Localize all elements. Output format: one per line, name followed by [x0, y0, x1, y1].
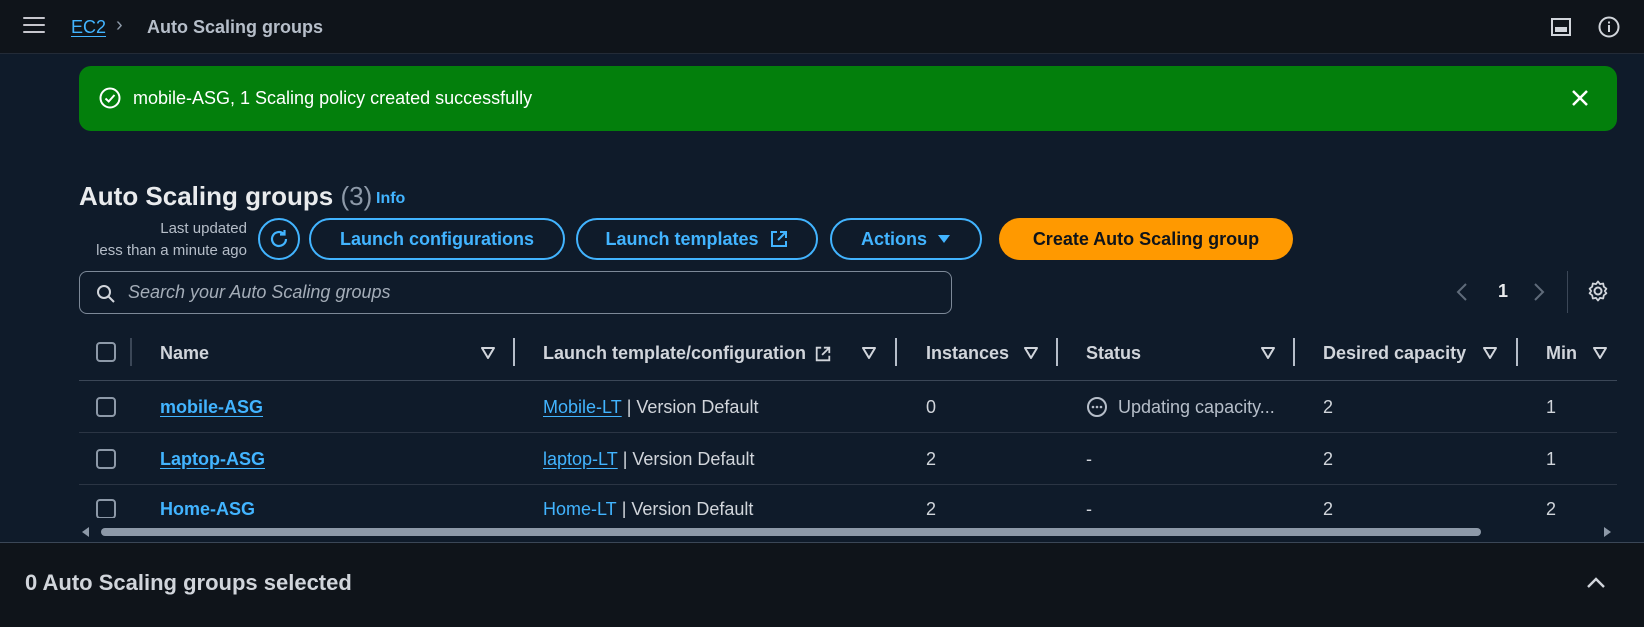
page-number[interactable]: 1 — [1498, 281, 1508, 302]
column-divider — [1293, 338, 1295, 366]
status-value: - — [1086, 448, 1092, 469]
desired-capacity-value: 2 — [1323, 396, 1334, 417]
create-auto-scaling-group-button[interactable]: Create Auto Scaling group — [999, 218, 1293, 260]
last-updated-text: Last updated less than a minute ago — [79, 218, 247, 262]
launch-template-version: | Version Default — [621, 396, 759, 417]
column-divider — [895, 338, 897, 366]
table-row[interactable]: Home-ASG Home-LT | Version Default 2 - 2… — [79, 485, 1617, 518]
group-name-link[interactable]: Home-ASG — [160, 499, 255, 519]
row-checkbox[interactable] — [96, 499, 116, 518]
row-checkbox[interactable] — [96, 397, 116, 417]
top-navigation-bar: EC2 › Auto Scaling groups — [0, 0, 1644, 54]
table-header: Name Launch template/configuration Insta… — [79, 326, 1617, 381]
scroll-left-icon[interactable] — [82, 527, 90, 537]
actions-label: Actions — [860, 228, 927, 249]
column-header-desired-capacity[interactable]: Desired capacity — [1323, 326, 1466, 381]
external-link-icon — [815, 346, 831, 361]
min-value: 1 — [1546, 448, 1557, 469]
column-divider — [513, 338, 515, 366]
launch-configurations-button[interactable]: Launch configurations — [309, 218, 565, 260]
launch-template-link[interactable]: laptop-LT — [543, 449, 618, 470]
chevron-up-icon[interactable] — [1586, 575, 1606, 589]
column-divider — [1056, 338, 1058, 366]
column-header-min[interactable]: Min — [1546, 326, 1577, 381]
selection-summary: 0 Auto Scaling groups selected — [25, 570, 352, 595]
info-icon[interactable] — [1597, 15, 1621, 39]
flash-message: mobile-ASG, 1 Scaling policy created suc… — [133, 88, 533, 108]
sort-caret-icon[interactable] — [862, 347, 876, 359]
status-value: Updating capacity... — [1118, 396, 1275, 417]
desired-capacity-value: 2 — [1323, 498, 1334, 519]
launch-configurations-label: Launch configurations — [339, 228, 534, 249]
select-all-checkbox[interactable] — [96, 342, 116, 362]
column-header-launch-template[interactable]: Launch template/configuration — [543, 326, 832, 381]
chevron-right-icon: › — [116, 14, 123, 36]
main-content: mobile-ASG, 1 Scaling policy created suc… — [0, 55, 1644, 578]
refresh-button[interactable] — [258, 218, 300, 260]
search-box — [79, 271, 952, 314]
create-label: Create Auto Scaling group — [1032, 228, 1260, 249]
breadcrumb-ec2-link[interactable]: EC2 — [71, 17, 106, 38]
sort-caret-icon[interactable] — [1483, 347, 1497, 359]
last-updated-line-1: Last updated — [160, 220, 247, 237]
min-value: 1 — [1546, 396, 1557, 417]
breadcrumb-current: Auto Scaling groups — [147, 17, 324, 37]
check-circle-icon — [99, 87, 121, 109]
sort-caret-icon[interactable] — [1024, 347, 1038, 359]
auto-scaling-groups-table: Name Launch template/configuration Insta… — [79, 326, 1617, 518]
status-value: - — [1086, 498, 1092, 519]
selection-split-panel: 0 Auto Scaling groups selected — [0, 542, 1644, 627]
info-link[interactable]: Info — [376, 190, 405, 208]
desired-capacity-value: 2 — [1323, 448, 1334, 469]
close-icon[interactable] — [1567, 85, 1593, 111]
launch-templates-button[interactable]: Launch templates — [576, 218, 818, 260]
column-header-status[interactable]: Status — [1086, 326, 1141, 381]
external-link-icon — [770, 231, 787, 247]
sort-caret-icon[interactable] — [1593, 347, 1607, 359]
search-input[interactable] — [128, 272, 938, 313]
search-icon — [97, 285, 115, 303]
instances-value: 0 — [926, 396, 937, 417]
launch-template-version: | Version Default — [616, 498, 754, 519]
table-row[interactable]: Laptop-ASG laptop-LT | Version Default 2… — [79, 433, 1617, 485]
scrollbar-thumb[interactable] — [101, 528, 1481, 536]
launch-template-link[interactable]: Home-LT — [543, 499, 617, 519]
launch-template-version: | Version Default — [617, 448, 755, 469]
panel-layout-icon[interactable] — [1549, 15, 1573, 39]
table-row[interactable]: mobile-ASG Mobile-LT | Version Default 0… — [79, 381, 1617, 433]
instances-value: 2 — [926, 448, 937, 469]
chevron-right-icon[interactable] — [1533, 282, 1545, 302]
scroll-right-icon[interactable] — [1603, 527, 1611, 537]
success-flash-banner: mobile-ASG, 1 Scaling policy created suc… — [79, 66, 1617, 131]
instances-value: 2 — [926, 498, 937, 519]
pending-status-icon — [1087, 397, 1107, 417]
horizontal-scrollbar[interactable] — [79, 525, 1617, 539]
column-divider — [1516, 338, 1518, 366]
sort-caret-icon[interactable] — [481, 347, 495, 359]
chevron-left-icon[interactable] — [1456, 282, 1468, 302]
column-header-launch-template-label: Launch template/configuration — [543, 343, 807, 363]
group-name-link[interactable]: mobile-ASG — [160, 397, 263, 418]
caret-down-icon — [938, 235, 950, 243]
page-title: Auto Scaling groups (3) — [79, 181, 372, 212]
gear-icon[interactable] — [1586, 279, 1610, 303]
row-checkbox[interactable] — [96, 449, 116, 469]
launch-template-link[interactable]: Mobile-LT — [543, 397, 622, 418]
menu-icon[interactable] — [23, 17, 45, 37]
group-name-link[interactable]: Laptop-ASG — [160, 449, 265, 470]
column-divider — [130, 338, 132, 366]
min-value: 2 — [1546, 498, 1557, 519]
last-updated-line-2: less than a minute ago — [96, 242, 247, 259]
pager-divider — [1567, 271, 1568, 313]
refresh-icon — [270, 230, 288, 248]
page-title-text: Auto Scaling groups — [79, 181, 334, 211]
actions-dropdown-button[interactable]: Actions — [830, 218, 982, 260]
column-header-instances[interactable]: Instances — [926, 326, 1009, 381]
launch-templates-label: Launch templates — [605, 228, 759, 249]
column-header-name[interactable]: Name — [160, 326, 209, 381]
group-count: (3) — [340, 181, 373, 211]
sort-caret-icon[interactable] — [1261, 347, 1275, 359]
